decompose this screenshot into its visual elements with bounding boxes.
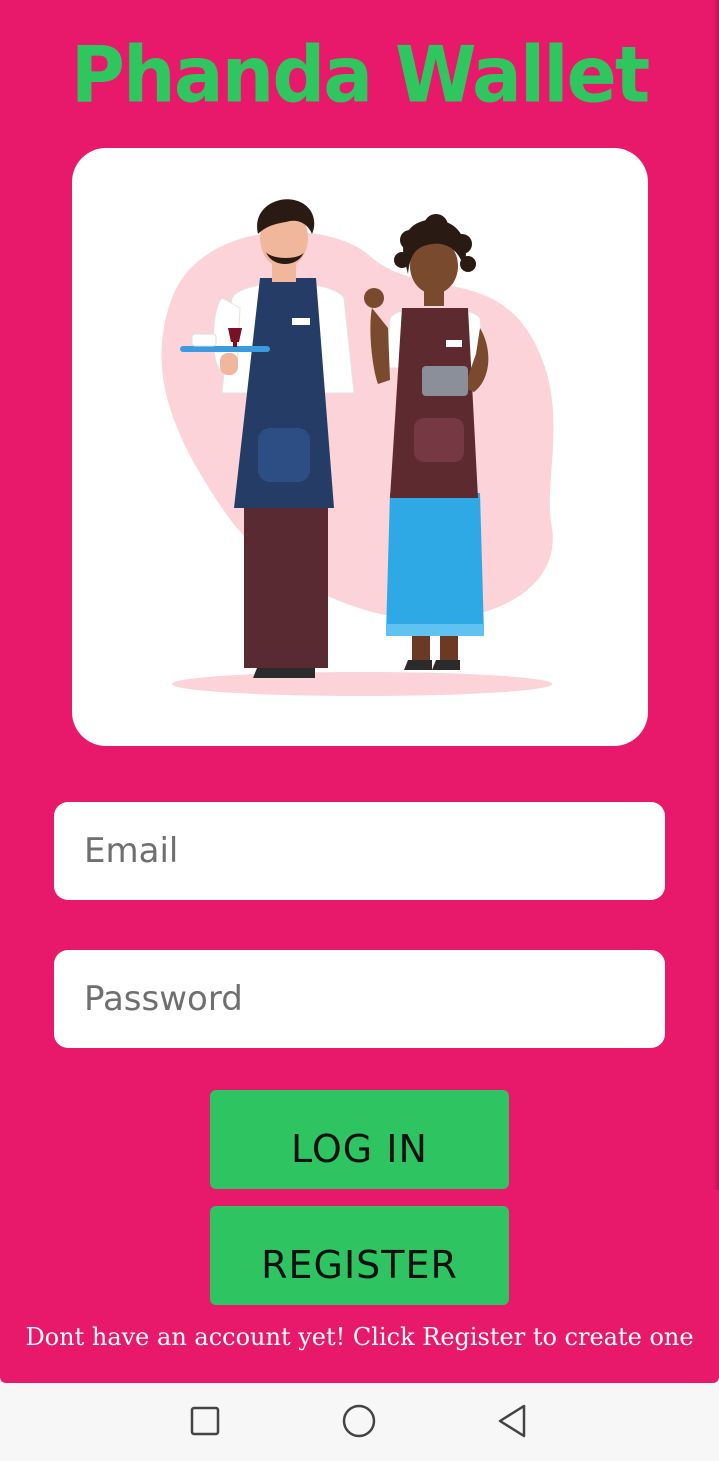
triangle-back-icon — [498, 1404, 526, 1438]
register-button[interactable]: REGISTER — [210, 1206, 509, 1305]
app-title: Phanda Wallet — [70, 29, 650, 121]
register-button-label: REGISTER — [261, 1242, 458, 1287]
waiters-illustration — [161, 199, 554, 696]
square-icon — [190, 1406, 220, 1436]
circle-icon — [342, 1404, 376, 1438]
edge-shadow — [713, 0, 719, 1190]
login-screen: Phanda Wallet Email LOG IN REGISTER Dont… — [0, 0, 719, 1383]
recent-apps-button[interactable] — [185, 1401, 225, 1441]
hero-illustration — [72, 148, 648, 746]
system-navigation-bar — [0, 1383, 719, 1461]
email-field[interactable] — [54, 802, 665, 900]
register-hint: Dont have an account yet! Click Register… — [25, 1323, 694, 1351]
password-field[interactable] — [54, 950, 665, 1048]
login-button-label: LOG IN — [291, 1126, 428, 1171]
back-button[interactable] — [492, 1401, 532, 1441]
login-button[interactable]: LOG IN — [210, 1090, 509, 1189]
home-button[interactable] — [339, 1401, 379, 1441]
